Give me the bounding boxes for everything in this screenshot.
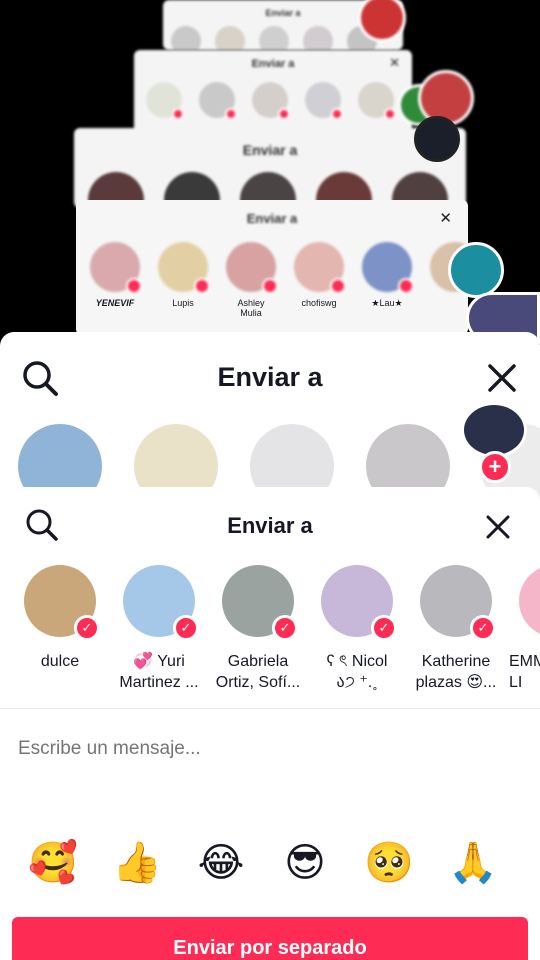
emoji-thumbs-up-icon[interactable]: 👍: [112, 838, 162, 888]
check-icon: ✓: [272, 615, 298, 641]
sheet-title: Enviar a: [217, 362, 323, 392]
bg-profile-bubble: [448, 242, 504, 298]
bg-contact-name: YENEVIF: [95, 298, 135, 308]
bg-share-sheet-4: Enviar a ✕ YENEVIF Lupis Ashley Mulia ch…: [76, 200, 468, 335]
bg-avatar: [226, 242, 278, 294]
divider: [0, 708, 540, 709]
contact-name: 💞 Yuri Martinez ...: [119, 653, 199, 691]
contact-avatar: ✓: [222, 565, 298, 641]
close-icon[interactable]: [484, 513, 512, 541]
bg-avatar: [199, 82, 237, 120]
bg-share-sheet-2: Enviar a ✕: [134, 50, 412, 135]
contact-item[interactable]: ✓ Katherine plazas 😍...: [407, 565, 505, 693]
contact-item[interactable]: ✓ ʕ ৎ Nicol ა੭ ⁺.˳: [308, 565, 406, 693]
bg-profile-bubble: [414, 116, 460, 162]
bg-share-sheet-3: Enviar a: [74, 128, 466, 208]
emoji-pleading-icon[interactable]: 🥺: [364, 838, 414, 888]
check-icon: ✓: [74, 615, 100, 641]
contact-name: EMM LI: [509, 653, 540, 691]
bg-avatar: [305, 82, 343, 120]
contact-item[interactable]: ✓ Gabriela Ortiz, Sofí...: [209, 565, 307, 693]
bg-avatar: [362, 242, 414, 294]
contact-avatar: [519, 565, 540, 637]
bg-avatar: [215, 26, 245, 50]
check-icon: ✓: [470, 615, 496, 641]
contact-name: ʕ ৎ Nicol ა੭ ⁺.˳: [326, 653, 388, 691]
contact-name: Gabriela Ortiz, Sofí...: [215, 653, 301, 691]
emoji-sunglasses-icon[interactable]: 😎: [280, 838, 330, 888]
bg-contact-name: ★Lau★: [371, 298, 403, 308]
share-sheet: Enviar a: [0, 487, 540, 960]
send-button-label: Enviar por separado: [173, 937, 367, 959]
bg-contact-name: chofiswg: [301, 298, 337, 308]
bg-avatar: [358, 82, 396, 120]
contact-name: dulce: [40, 653, 80, 670]
emoji-smiling-hearts-icon[interactable]: 🥰: [28, 838, 78, 888]
bg-avatar: [171, 26, 201, 50]
sheet-title: Enviar a: [227, 513, 313, 538]
bg-avatar: [146, 82, 184, 120]
bg-close-icon: ✕: [439, 210, 452, 227]
bg-avatar: [90, 242, 142, 294]
bg-contact-name: Ashley Mulia: [237, 298, 265, 318]
bg-close-icon: ✕: [389, 55, 400, 70]
bg-sheet-title: Enviar a: [251, 58, 295, 70]
emoji-tears-of-joy-icon[interactable]: 😂: [196, 838, 246, 888]
contact-avatar: ✓: [420, 565, 496, 641]
contact-avatar: ✓: [24, 565, 100, 641]
send-separately-button[interactable]: Enviar por separado: [12, 917, 528, 960]
emoji-folded-hands-icon[interactable]: 🙏: [448, 838, 498, 888]
contact-item[interactable]: EMM LI: [506, 565, 540, 695]
check-icon: ✓: [371, 615, 397, 641]
profile-bubble: [461, 402, 527, 458]
bg-avatar: [303, 26, 333, 50]
message-input[interactable]: [18, 732, 518, 766]
contact-avatar: ✓: [123, 565, 199, 641]
plus-icon[interactable]: +: [479, 451, 511, 483]
close-icon[interactable]: [486, 362, 518, 394]
contact-item[interactable]: ✓ 💞 Yuri Martinez ...: [110, 565, 208, 693]
bg-contact-name: Lupis: [172, 298, 194, 308]
contact-item[interactable]: ✓ dulce: [11, 565, 109, 672]
bg-avatar: [294, 242, 346, 294]
bg-sheet-title: Enviar a: [246, 211, 298, 226]
check-icon: ✓: [173, 615, 199, 641]
bg-avatar: [259, 26, 289, 50]
bg-sheet-title: Enviar a: [242, 142, 298, 158]
contact-avatar: ✓: [321, 565, 397, 641]
contact-name: Katherine plazas 😍...: [415, 653, 497, 691]
bg-avatar: [252, 82, 290, 120]
bg-avatar: [158, 242, 210, 294]
